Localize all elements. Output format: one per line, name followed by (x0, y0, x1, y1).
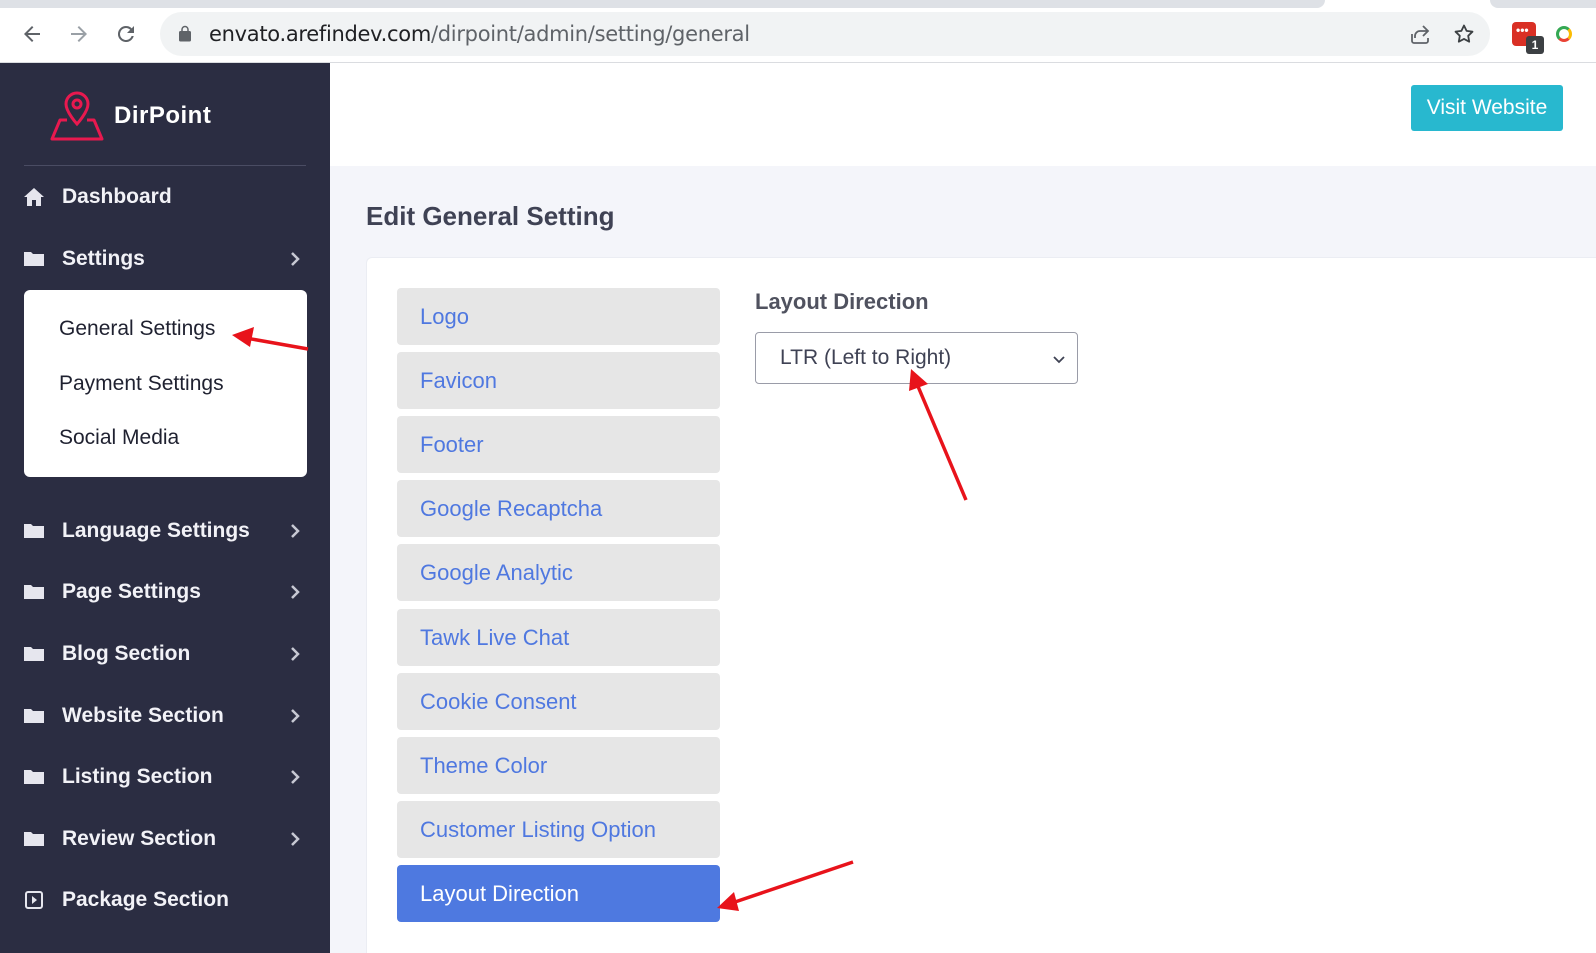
sidebar-item-blog-section[interactable]: Blog Section (0, 634, 330, 674)
main-content: Visit Website Edit General Setting Logo … (330, 63, 1596, 953)
sidebar-item-label: Dashboard (62, 185, 172, 208)
layout-direction-select[interactable]: LTR (Left to Right) (755, 332, 1078, 384)
submenu-item-payment-settings[interactable]: Payment Settings (59, 372, 224, 396)
sidebar-item-label: Language Settings (62, 519, 250, 542)
sidebar-item-label: Package Section (62, 888, 229, 911)
square-arrow-icon (23, 890, 45, 910)
sidebar-item-label: Review Section (62, 827, 217, 850)
back-icon[interactable] (14, 16, 50, 52)
sidebar-item-dashboard[interactable]: Dashboard (0, 177, 330, 217)
forward-icon[interactable] (61, 16, 97, 52)
map-pin-icon (50, 91, 104, 141)
folder-icon (23, 829, 45, 849)
chevron-right-icon (291, 832, 300, 846)
address-bar[interactable]: envato.arefindev.com/dirpoint/admin/sett… (160, 12, 1490, 56)
tab-favicon[interactable]: Favicon (397, 352, 720, 409)
tab-footer[interactable]: Footer (397, 416, 720, 473)
url-host: envato.arefindev.com (209, 22, 431, 46)
sidebar-item-label: Settings (62, 247, 145, 270)
sidebar-item-package-section[interactable]: Package Section (0, 880, 330, 920)
sidebar-item-listing-section[interactable]: Listing Section (0, 757, 330, 797)
lock-icon[interactable] (176, 25, 194, 43)
chevron-down-icon (1053, 356, 1065, 364)
sidebar-item-language-settings[interactable]: Language Settings (0, 511, 330, 551)
browser-tab[interactable] (0, 0, 1325, 8)
folder-icon (23, 644, 45, 664)
sidebar-item-review-section[interactable]: Review Section (0, 819, 330, 859)
sidebar-item-settings[interactable]: Settings (0, 239, 330, 279)
url-path: /dirpoint/admin/setting/general (431, 22, 750, 46)
select-value: LTR (Left to Right) (780, 346, 952, 369)
browser-toolbar: envato.arefindev.com/dirpoint/admin/sett… (0, 0, 1596, 63)
chevron-right-icon (291, 585, 300, 599)
folder-icon (23, 706, 45, 726)
sidebar-item-page-settings[interactable]: Page Settings (0, 572, 330, 612)
browser-tab[interactable] (1490, 0, 1596, 8)
tab-customer-listing-option[interactable]: Customer Listing Option (397, 801, 720, 858)
submenu-item-general-settings[interactable]: General Settings (59, 317, 215, 341)
tab-cookie-consent[interactable]: Cookie Consent (397, 673, 720, 730)
folder-icon (23, 249, 45, 269)
folder-icon (23, 767, 45, 787)
chevron-right-icon (291, 252, 300, 266)
settings-card: Logo Favicon Footer Google Recaptcha Goo… (366, 257, 1596, 953)
home-icon (23, 187, 45, 207)
url-text[interactable]: envato.arefindev.com/dirpoint/admin/sett… (209, 22, 750, 46)
tab-layout-direction[interactable]: Layout Direction (397, 865, 720, 922)
tab-strip (0, 0, 1596, 8)
reload-icon[interactable] (108, 16, 144, 52)
page-title: Edit General Setting (366, 201, 615, 231)
sidebar: DirPoint Dashboard Settings General Sett… (0, 63, 330, 953)
extension-badge: 1 (1526, 36, 1544, 54)
bookmark-star-icon[interactable] (1452, 22, 1476, 46)
extension-icon[interactable] (1556, 26, 1572, 42)
folder-icon (23, 582, 45, 602)
top-header: Visit Website (330, 63, 1596, 166)
chevron-right-icon (291, 709, 300, 723)
sidebar-item-website-section[interactable]: Website Section (0, 696, 330, 736)
folder-icon (23, 521, 45, 541)
extension-icon[interactable]: ••• 1 (1512, 22, 1544, 54)
chevron-right-icon (291, 524, 300, 538)
chevron-right-icon (291, 770, 300, 784)
sidebar-item-label: Page Settings (62, 580, 201, 603)
layout-direction-label: Layout Direction (755, 289, 929, 314)
brand-name: DirPoint (114, 102, 212, 129)
chevron-right-icon (291, 647, 300, 661)
tab-logo[interactable]: Logo (397, 288, 720, 345)
tab-tawk-live-chat[interactable]: Tawk Live Chat (397, 609, 720, 666)
tab-google-recaptcha[interactable]: Google Recaptcha (397, 480, 720, 537)
visit-website-button[interactable]: Visit Website (1411, 85, 1563, 131)
sidebar-item-label: Blog Section (62, 642, 191, 665)
tab-google-analytic[interactable]: Google Analytic (397, 544, 720, 601)
tab-theme-color[interactable]: Theme Color (397, 737, 720, 794)
submenu-item-social-media[interactable]: Social Media (59, 426, 179, 450)
share-icon[interactable] (1408, 22, 1432, 46)
sidebar-item-label: Website Section (62, 704, 224, 727)
brand-logo[interactable]: DirPoint (48, 89, 211, 143)
sidebar-item-label: Listing Section (62, 765, 213, 788)
settings-submenu: General Settings Payment Settings Social… (24, 290, 307, 477)
divider (24, 165, 306, 166)
